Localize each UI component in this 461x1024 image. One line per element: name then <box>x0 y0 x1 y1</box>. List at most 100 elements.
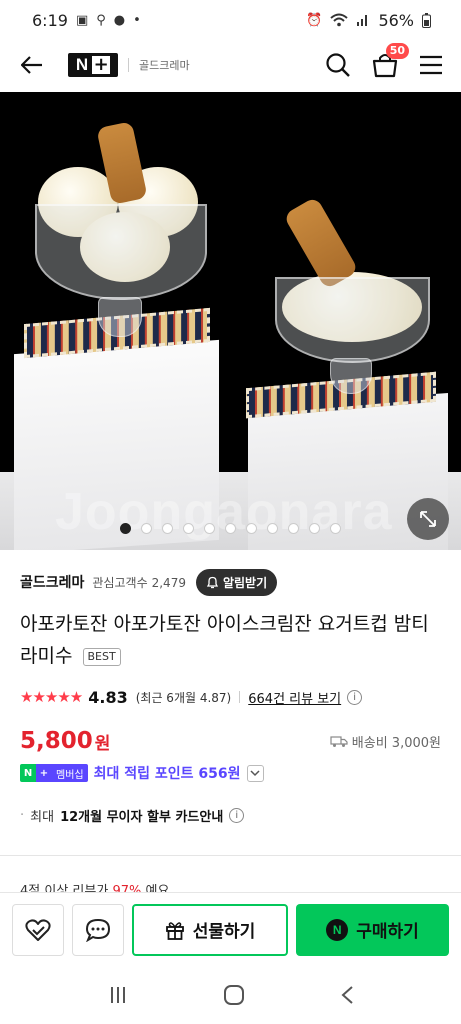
search-icon[interactable] <box>325 52 351 78</box>
recent-rating: (최근 6개월 4.87) <box>135 690 232 705</box>
chat-bubble-icon <box>85 918 111 942</box>
buy-button[interactable]: N 구매하기 <box>296 903 449 956</box>
nplus-membership-badge: N + 멤버십 <box>20 764 88 782</box>
app-header: N + 골드크레마 50 <box>0 40 461 90</box>
chevron-down-icon[interactable] <box>246 764 264 782</box>
alarm-icon: ⏰ <box>306 12 323 28</box>
max-points-text: 최대 적립 포인트 656원 <box>93 766 241 782</box>
logo-n: N <box>75 55 89 74</box>
header-store-name[interactable]: 골드크레마 <box>139 57 190 73</box>
badge-n: N <box>20 764 36 782</box>
nplus-store-logo[interactable]: N + <box>68 53 118 77</box>
glass-stem-left <box>98 297 142 337</box>
back-icon[interactable] <box>340 985 354 1005</box>
carousel-dot[interactable] <box>120 523 131 534</box>
header-actions: 50 <box>325 43 443 79</box>
battery-percent: 56% <box>378 10 414 30</box>
interest-count: 2,479 <box>151 575 186 590</box>
facebook-icon: ● <box>113 12 126 28</box>
recent-apps-icon[interactable] <box>108 985 128 1005</box>
wifi-icon <box>330 13 349 27</box>
info-icon[interactable]: i <box>347 689 363 705</box>
rating-separator <box>239 691 241 703</box>
review-summary-pct: 97% <box>112 884 142 892</box>
bell-plus-icon <box>206 576 219 588</box>
installment-info: · 최대 12개월 무이자 할부 카드안내 i <box>20 806 245 825</box>
product-title-text: 아포카토잔 아포가토잔 아이스크림잔 요거트컵 밤티라미수 <box>20 613 429 667</box>
talk-button[interactable] <box>72 903 124 956</box>
interest-label: 관심고객수 <box>92 575 148 590</box>
system-nav-bar <box>0 966 461 1024</box>
signal-icon <box>357 15 368 26</box>
price-currency: 원 <box>94 733 111 754</box>
cart-count-badge: 50 <box>385 43 409 59</box>
carousel-dot[interactable] <box>330 523 341 534</box>
info-icon[interactable]: i <box>229 808 245 823</box>
points-row[interactable]: N + 멤버십 최대 적립 포인트 656원 <box>20 762 264 784</box>
expand-image-button[interactable] <box>407 498 449 540</box>
carousel-dot[interactable] <box>204 523 215 534</box>
link-icon: ⚲ <box>96 12 106 28</box>
buy-label: 구매하기 <box>356 922 419 942</box>
rating-score: 4.83 <box>88 687 128 707</box>
review-summary-suffix: 예요 <box>145 884 170 892</box>
truck-icon <box>330 735 348 747</box>
carousel-dot[interactable] <box>225 523 236 534</box>
carousel-dot[interactable] <box>162 523 173 534</box>
gift-button[interactable]: 선물하기 <box>132 903 288 956</box>
installment-bold: 12개월 무이자 할부 카드안내 <box>60 810 224 825</box>
carousel-dot[interactable] <box>267 523 278 534</box>
price-row: 5,800 원 배송비 3,000원 <box>20 726 441 756</box>
rating-row: ★★★★★ 4.83 (최근 6개월 4.87) 664건 리뷰 보기 i <box>20 686 441 708</box>
review-summary-partial: 4점 이상 리뷰가 97% 예요 <box>20 880 169 892</box>
home-icon[interactable] <box>223 984 245 1006</box>
gift-label: 선물하기 <box>192 922 256 942</box>
best-badge: BEST <box>82 648 121 666</box>
carousel-dot[interactable] <box>183 523 194 534</box>
carousel-dot[interactable] <box>141 523 152 534</box>
badge-member: 멤버십 <box>52 764 88 782</box>
store-name-link[interactable]: 골드크레마 <box>20 572 84 592</box>
header-divider <box>128 58 129 72</box>
installment-prefix: 최대 <box>30 810 55 825</box>
review-summary-text: 4점 이상 리뷰가 <box>20 884 109 892</box>
price-amount: 5,800 <box>20 728 93 754</box>
battery-icon <box>422 12 431 28</box>
expand-icon <box>420 511 436 527</box>
status-bar: 6:19 ▣ ⚲ ● • ⏰ 56% <box>0 0 461 40</box>
dot-icon: • <box>133 12 141 28</box>
carousel-dot[interactable] <box>288 523 299 534</box>
product-title: 아포카토잔 아포가토잔 아이스크림잔 요거트컵 밤티라미수 BEST <box>20 608 441 672</box>
carousel-dot[interactable] <box>309 523 320 534</box>
shipping-text: 배송비 3,000원 <box>351 735 441 751</box>
carousel-dots <box>0 523 461 534</box>
status-right: ⏰ 56% <box>306 11 431 30</box>
interest-customers: 관심고객수 2,479 <box>92 574 186 591</box>
gift-icon <box>165 921 184 940</box>
carousel-dot[interactable] <box>246 523 257 534</box>
plus-icon: + <box>92 54 111 75</box>
wishlist-button[interactable] <box>12 903 64 956</box>
dessert-glass-left <box>35 204 207 300</box>
npay-icon: N <box>326 918 349 941</box>
image-icon: ▣ <box>75 12 89 28</box>
section-divider <box>0 855 461 856</box>
purchase-action-bar: 선물하기 N 구매하기 <box>0 892 461 966</box>
badge-plus: + <box>36 764 52 782</box>
status-time: 6:19 <box>32 10 68 30</box>
bullet: · <box>20 808 25 823</box>
notify-button[interactable]: 알림받기 <box>195 568 278 596</box>
menu-icon[interactable] <box>419 55 443 75</box>
notify-label: 알림받기 <box>222 575 268 590</box>
store-info-row: 골드크레마 관심고객수 2,479 알림받기 <box>20 568 441 596</box>
dessert-glass-right <box>275 277 430 363</box>
shipping-fee: 배송비 3,000원 <box>330 732 441 751</box>
review-link[interactable]: 664건 리뷰 보기 <box>248 688 341 707</box>
cart-button[interactable]: 50 <box>371 43 409 79</box>
status-left: 6:19 ▣ ⚲ ● • <box>32 11 141 30</box>
star-rating-icon: ★★★★★ <box>20 688 83 706</box>
biscuit-cookie <box>283 196 359 290</box>
product-image-carousel[interactable]: Joongaonara <box>0 92 461 550</box>
back-arrow-icon[interactable] <box>18 51 46 79</box>
heart-check-icon <box>25 918 51 941</box>
